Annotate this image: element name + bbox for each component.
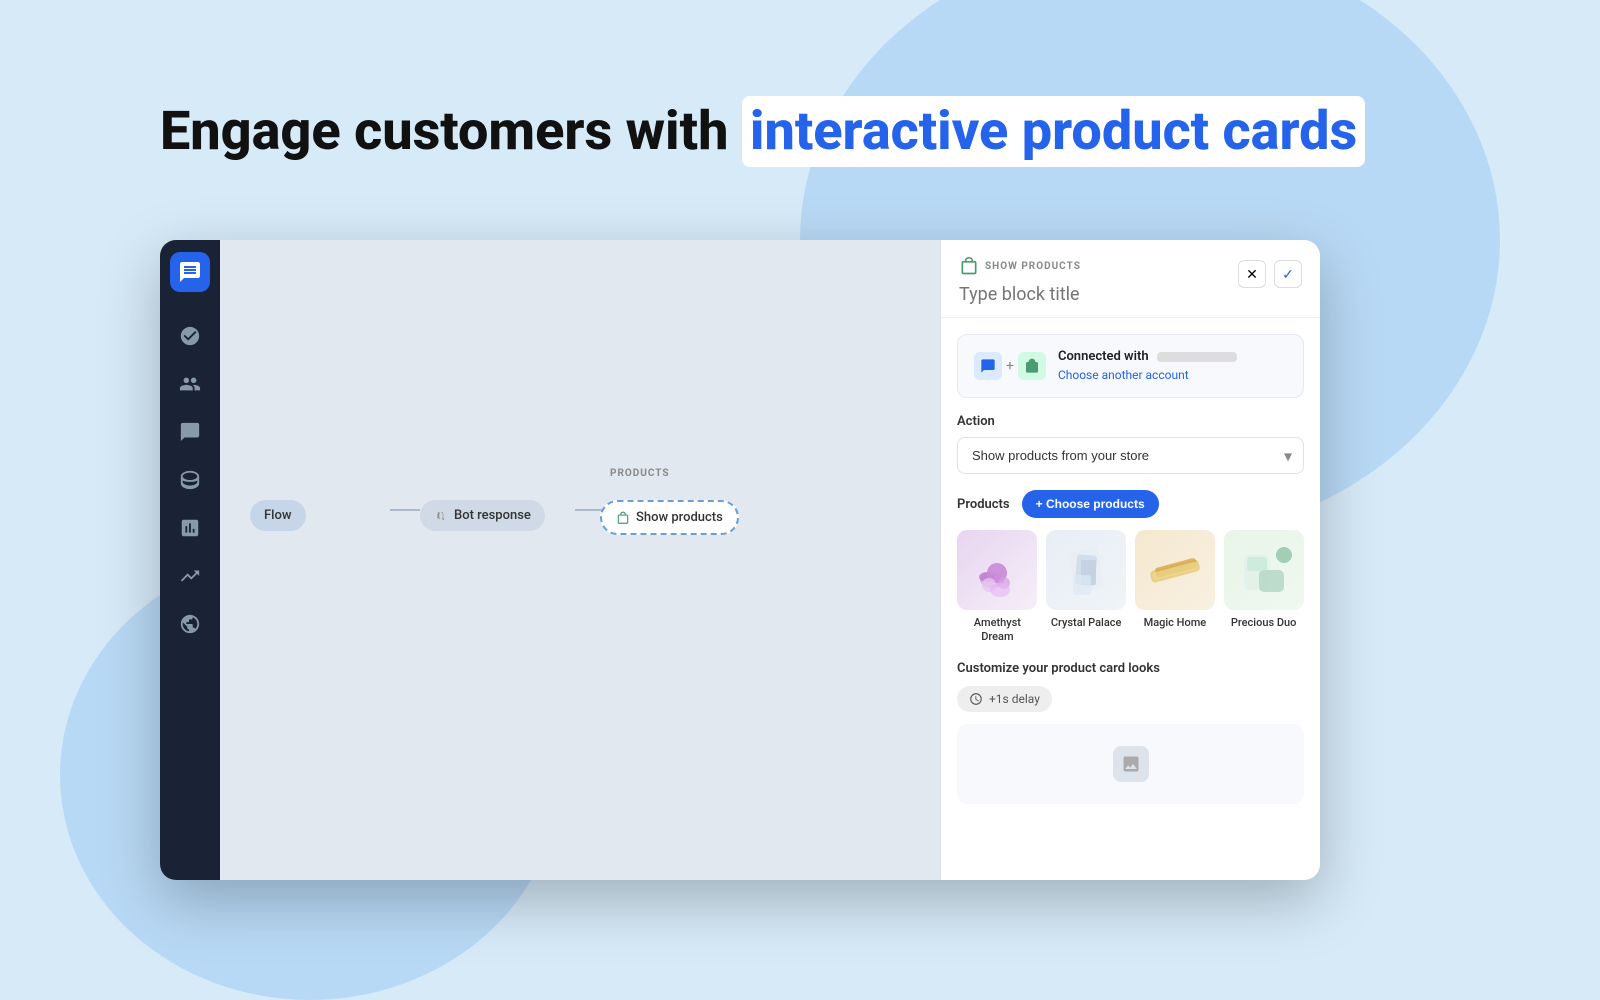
action-select-wrapper: Show products from your store ▾ [957,437,1304,474]
close-button[interactable]: ✕ [1238,260,1266,288]
action-select[interactable]: Show products from your store [957,437,1304,474]
panel-header-buttons: ✕ ✓ [1238,260,1302,288]
plus-sign: + [1006,358,1014,374]
product-grid: Amethyst Dream Crystal Palace [957,530,1304,645]
connected-title: Connected with [1058,349,1287,364]
products-label: PRODUCTS [610,468,670,479]
heading-highlight-wrapper: interactive product cards [742,96,1365,167]
org-icon [179,325,201,347]
product-image-magic [1135,530,1215,610]
connected-text: Connected with Choose another account [1058,349,1287,383]
panel-badge-text: SHOW PRODUCTS [985,261,1081,272]
product-card-crystal[interactable]: Crystal Palace [1046,530,1127,645]
panel-title-section: SHOW PRODUCTS [959,256,1238,305]
panel-badge: SHOW PRODUCTS [959,256,1238,276]
app-window: PRODUCTS Flow Bot response Show products… [160,240,1320,880]
heading-highlight: interactive product cards [750,100,1357,163]
sidebar-item-org[interactable] [170,316,210,356]
show-products-icon [616,511,630,525]
trends-icon [179,565,201,587]
product-name-magic: Magic Home [1144,616,1207,630]
connected-bar [1157,352,1237,362]
platform-icon [974,352,1002,380]
bot-icon [434,509,448,523]
product-card-precious[interactable]: Precious Duo [1223,530,1304,645]
preview-icon [1113,746,1149,782]
sidebar-item-integrations[interactable] [170,604,210,644]
database-icon [179,469,201,491]
product-card-magic[interactable]: Magic Home [1135,530,1216,645]
products-section-title: Products [957,497,1010,512]
node-bot[interactable]: Bot response [420,500,545,531]
sidebar-item-analytics[interactable] [170,508,210,548]
integrations-icon [179,613,201,635]
product-name-precious: Precious Duo [1231,616,1297,630]
store-icon [1018,352,1046,380]
connected-icons: + [974,352,1046,380]
sidebar-logo[interactable] [170,252,210,292]
sidebar-item-users[interactable] [170,364,210,404]
delay-badge[interactable]: +1s delay [957,686,1052,712]
connected-status: Connected with [1058,349,1149,364]
amethyst-svg [962,535,1032,605]
product-name-amethyst: Amethyst Dream [957,616,1038,645]
main-heading: Engage customers with interactive produc… [160,100,1365,163]
analytics-icon [179,517,201,539]
node-show[interactable]: Show products [600,500,739,535]
messages-icon [179,421,201,443]
customize-label: Customize your product card looks [957,661,1304,676]
connected-box: + Connected with Choose another account [957,334,1304,398]
product-image-amethyst [957,530,1037,610]
panel-title-input[interactable] [959,284,1238,305]
sidebar [160,240,220,880]
delay-badge-text: +1s delay [989,692,1040,706]
node-flow-label: Flow [264,508,292,523]
preview-card [957,724,1304,804]
panel-body: + Connected with Choose another account [941,318,1320,820]
choose-products-button[interactable]: + Choose products [1022,490,1159,518]
panel-badge-icon [959,256,979,276]
sidebar-item-database[interactable] [170,460,210,500]
panel-header: SHOW PRODUCTS ✕ ✓ [941,240,1320,318]
logo-icon [178,260,202,284]
shopify-icon [1024,358,1040,374]
crystal-svg [1051,535,1121,605]
product-name-crystal: Crystal Palace [1051,616,1122,630]
chat-platform-icon [980,358,996,374]
product-card-amethyst[interactable]: Amethyst Dream [957,530,1038,645]
sidebar-item-trends[interactable] [170,556,210,596]
node-show-label: Show products [636,510,723,525]
connector-1 [390,509,420,511]
users-icon [179,373,201,395]
product-image-crystal [1046,530,1126,610]
products-section-header: Products + Choose products [957,490,1304,518]
product-image-precious [1224,530,1304,610]
precious-svg [1229,535,1299,605]
magic-svg [1140,535,1210,605]
sidebar-item-messages[interactable] [170,412,210,452]
preview-placeholder-icon [1121,754,1141,774]
canvas-area: PRODUCTS Flow Bot response Show products… [220,240,1320,880]
node-bot-label: Bot response [454,508,531,523]
choose-account-link[interactable]: Choose another account [1058,368,1189,382]
node-flow[interactable]: Flow [250,500,306,531]
action-label: Action [957,414,1304,429]
confirm-button[interactable]: ✓ [1274,260,1302,288]
heading-normal: Engage customers with [160,100,728,163]
panel: SHOW PRODUCTS ✕ ✓ + [940,240,1320,880]
clock-icon [969,692,983,706]
